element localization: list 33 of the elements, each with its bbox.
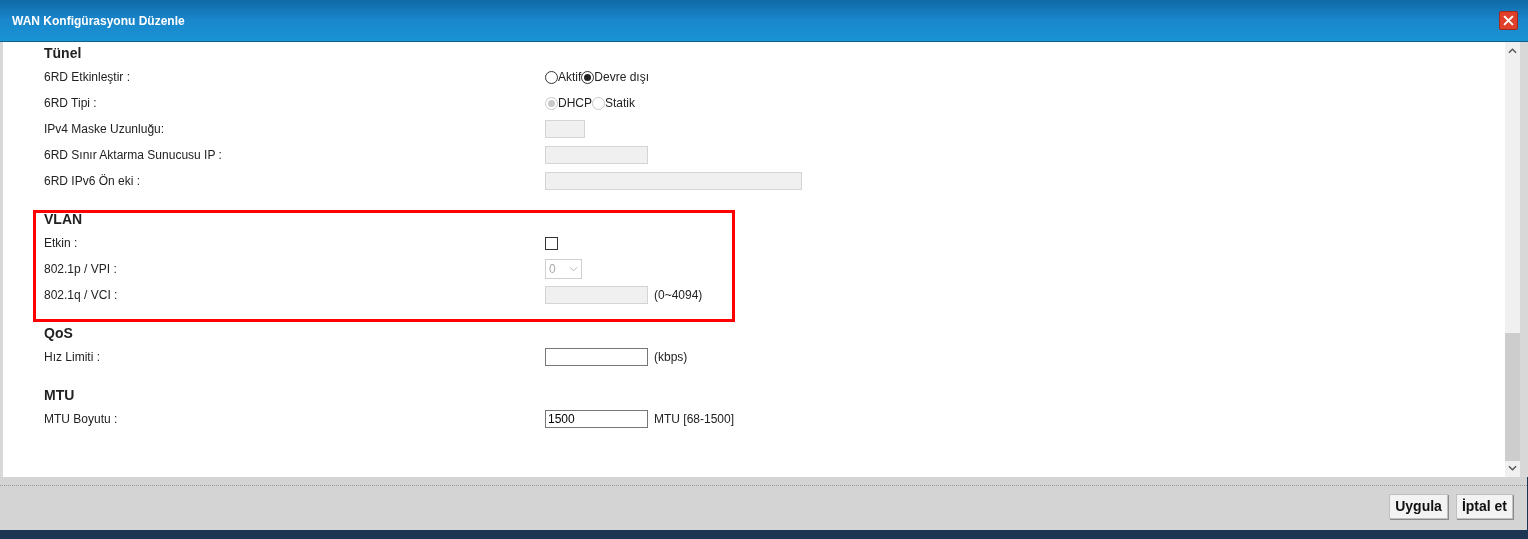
input-field[interactable] xyxy=(545,348,648,366)
dialog-button[interactable]: Uygula xyxy=(1389,494,1448,519)
section-heading: VLAN xyxy=(44,209,83,229)
dialog-button[interactable]: İptal et xyxy=(1455,494,1513,519)
scroll-down-icon[interactable] xyxy=(1508,465,1517,471)
field-label: 6RD Etkinleştir : xyxy=(44,69,132,86)
unit-label: MTU [68-1500] xyxy=(654,411,735,428)
close-icon xyxy=(1503,15,1514,26)
field-label: 6RD Sınır Aktarma Sunucusu IP : xyxy=(44,147,223,164)
window-title: WAN Konfigürasyonu Düzenle xyxy=(12,12,185,30)
unit-label: (kbps) xyxy=(654,349,688,366)
section-heading: QoS xyxy=(44,323,73,343)
field-label: 6RD IPv6 Ön eki : xyxy=(44,173,142,190)
caret-icon xyxy=(569,266,578,272)
field-label: 802.1p / VPI : xyxy=(44,261,118,278)
radio-option[interactable]: Aktif xyxy=(545,68,582,86)
radio-option[interactable]: Devre dışı xyxy=(581,68,650,86)
field-label: Hız Limiti : xyxy=(44,349,101,366)
field-label: 6RD Tipi : xyxy=(44,95,98,112)
field-label: IPv4 Maske Uzunluğu: xyxy=(44,121,166,138)
field-label: MTU Boyutu : xyxy=(44,411,119,428)
section-heading: MTU xyxy=(44,385,75,405)
close-button[interactable] xyxy=(1499,11,1518,30)
scroll-up-icon[interactable] xyxy=(1508,48,1517,54)
field-label: Etkin : xyxy=(44,235,79,252)
input-field[interactable]: 1500 xyxy=(545,410,648,428)
radio-button[interactable] xyxy=(545,70,558,84)
radio-button[interactable] xyxy=(581,70,595,84)
unit-label: (0~4094) xyxy=(654,287,703,304)
checkbox[interactable] xyxy=(545,236,558,250)
section-heading: Tünel xyxy=(44,43,82,63)
scroll-thumb[interactable] xyxy=(1505,333,1520,461)
field-label: 802.1q / VCI : xyxy=(44,287,119,304)
